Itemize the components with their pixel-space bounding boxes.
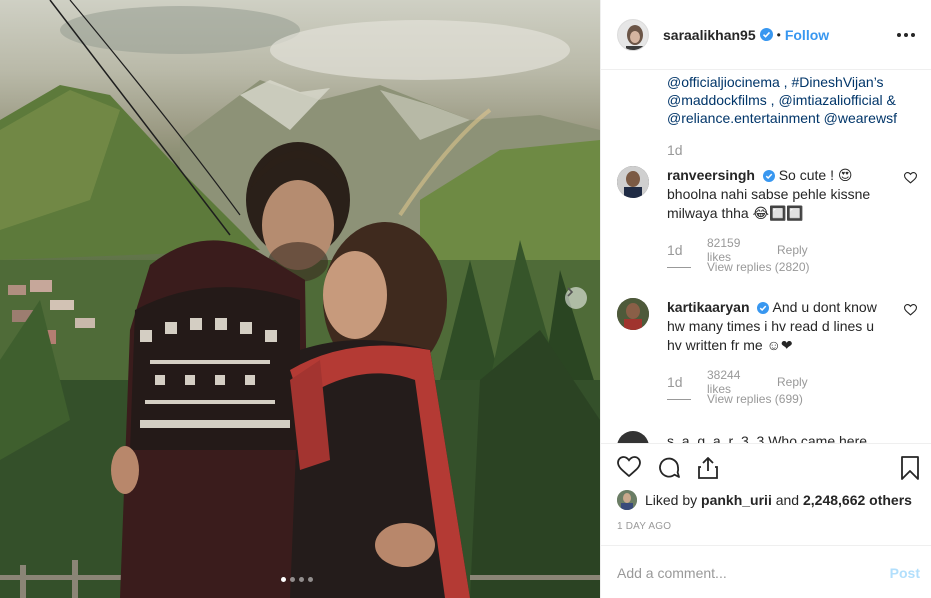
view-replies-label: View replies (699) — [707, 392, 803, 406]
comment-timestamp[interactable]: 1d — [667, 242, 707, 258]
reply-button[interactable]: Reply — [777, 375, 808, 389]
share-icon — [698, 457, 718, 479]
caption-line: @maddockfilms , @imtiazaliofficial & — [667, 92, 896, 108]
comment-icon — [659, 457, 680, 478]
follow-button[interactable]: Follow — [785, 27, 829, 43]
avatar-image — [617, 166, 649, 198]
carousel-dot — [281, 577, 286, 582]
view-replies-label: View replies (2820) — [707, 260, 810, 274]
carousel-dot — [290, 577, 295, 582]
view-replies-button[interactable]: View replies (2820) — [667, 260, 810, 274]
photo-illustration — [0, 0, 600, 598]
share-button[interactable] — [697, 456, 719, 485]
avatar-image — [618, 19, 648, 50]
carousel-dot — [299, 577, 304, 582]
post-photo[interactable] — [0, 0, 600, 598]
add-comment-bar: Post — [601, 545, 931, 598]
heart-icon — [617, 456, 641, 478]
caption-timestamp[interactable]: 1d — [667, 142, 683, 158]
likes-summary: Liked by pankh_urii and 2,248,662 others — [617, 490, 912, 510]
replies-divider — [667, 266, 691, 268]
commenter-avatar[interactable] — [617, 431, 649, 443]
like-button[interactable] — [617, 456, 641, 485]
comment-line: bhoolna nahi sabse pehle kissne — [667, 186, 871, 202]
save-button[interactable] — [900, 456, 920, 485]
verified-badge-icon — [762, 170, 775, 182]
caption-line: @reliance.entertainment @wearewsf — [667, 110, 897, 126]
comment-line: milwaya thha 😂🔲🔲 — [667, 205, 804, 221]
post-actions: Liked by pankh_urii and 2,248,662 others… — [601, 443, 931, 545]
author-avatar[interactable] — [617, 18, 649, 51]
post-side-panel: saraalikhan95 • Follow @officialjiocinem… — [600, 0, 931, 598]
comment-line: hv written fr me ☺❤ — [667, 337, 793, 353]
comment-line: So cute ! 😍 — [778, 167, 853, 183]
comment-input[interactable] — [617, 562, 867, 584]
verified-badge-icon — [759, 28, 773, 41]
header-separator: • — [776, 27, 781, 42]
comments-list[interactable]: @officialjiocinema , #DineshVijan’s @mad… — [601, 71, 931, 443]
avatar-image — [617, 490, 637, 510]
commenter-avatar[interactable] — [617, 166, 649, 198]
comment-text: kartikaaryan And u dont know hw many tim… — [667, 298, 895, 355]
more-options-icon[interactable] — [897, 32, 915, 37]
like-comment-heart-icon[interactable] — [904, 304, 917, 316]
comment-line: And u dont know — [772, 299, 877, 315]
comment-text: ranveersingh So cute ! 😍 bhoolna nahi sa… — [667, 166, 895, 223]
liked-by-user[interactable]: pankh_urii — [701, 492, 772, 508]
reply-button[interactable]: Reply — [777, 243, 808, 257]
avatar-image — [617, 298, 649, 330]
comment-line: hw many times i hv read d lines u — [667, 318, 874, 334]
commenter-username[interactable]: kartikaaryan — [667, 299, 750, 315]
caption-line: @officialjiocinema , #DineshVijan’s — [667, 74, 884, 90]
comment-timestamp[interactable]: 1d — [667, 374, 707, 390]
liked-by-prefix: Liked by — [645, 492, 698, 508]
liker-avatar[interactable] — [617, 490, 637, 510]
view-replies-button[interactable]: View replies (699) — [667, 392, 803, 406]
author-username[interactable]: saraalikhan95 — [663, 27, 756, 43]
likes-count[interactable]: 2,248,662 others — [803, 492, 912, 508]
post-timestamp[interactable]: 1 DAY AGO — [617, 521, 671, 532]
carousel-next-button[interactable] — [565, 287, 587, 309]
post-header: saraalikhan95 • Follow — [601, 0, 931, 70]
post-caption: @officialjiocinema , #DineshVijan’s @mad… — [667, 73, 917, 127]
comment-text-partial: s_a_g_a_r_3_3 Who came here — [667, 433, 868, 443]
carousel-dot — [308, 577, 313, 582]
liked-by-and: and — [775, 492, 800, 508]
comment-button[interactable] — [657, 456, 681, 485]
post-comment-button[interactable]: Post — [890, 565, 920, 581]
chevron-right-icon — [567, 287, 574, 297]
commenter-avatar[interactable] — [617, 298, 649, 330]
commenter-username[interactable]: ranveersingh — [667, 167, 755, 183]
like-comment-heart-icon[interactable] — [904, 172, 917, 184]
carousel-indicator — [281, 577, 313, 582]
action-icons — [617, 456, 719, 485]
bookmark-icon — [901, 456, 919, 480]
verified-badge-icon — [757, 302, 770, 314]
replies-divider — [667, 398, 691, 400]
